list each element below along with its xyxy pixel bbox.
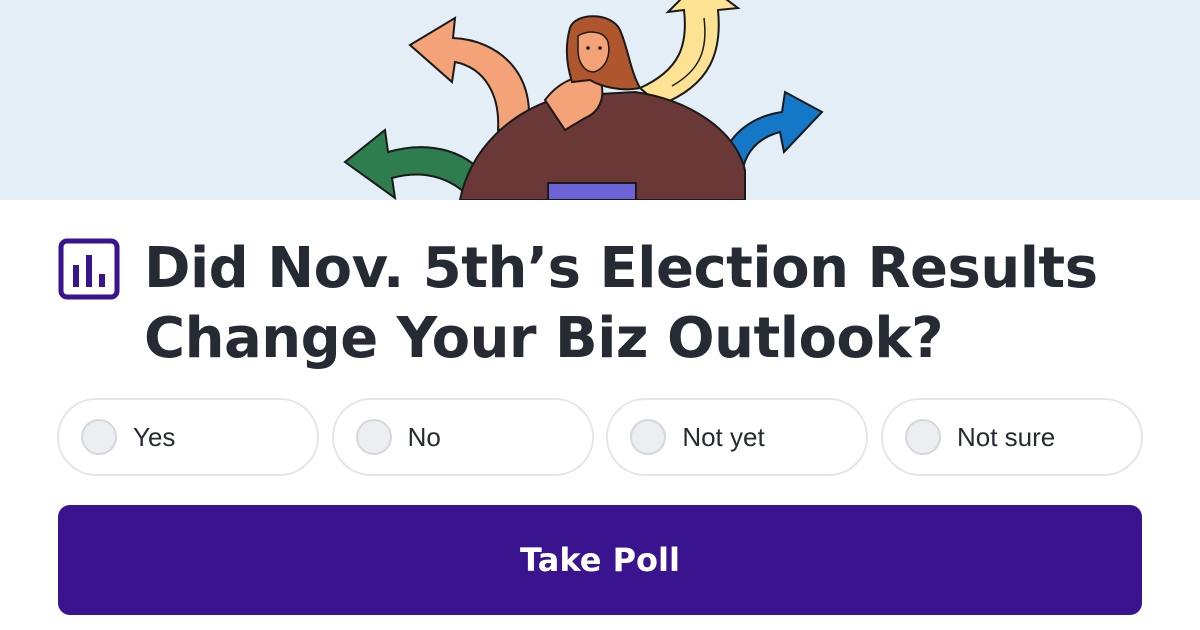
radio-button-icon[interactable]: [355, 419, 392, 455]
option-label: Not sure: [956, 421, 1056, 452]
poll-header: Did Nov. 5th’s Election Results Change Y…: [58, 236, 1158, 374]
radio-button-icon[interactable]: [630, 419, 667, 455]
poll-options: Yes No Not yet Not sure: [57, 398, 1143, 476]
option-not-yet[interactable]: Not yet: [606, 398, 869, 476]
option-label: No: [407, 421, 441, 452]
poll-title: Did Nov. 5th’s Election Results Change Y…: [144, 236, 1098, 371]
take-poll-button[interactable]: Take Poll: [58, 505, 1142, 615]
option-no[interactable]: No: [331, 398, 594, 476]
poll-card: Did Nov. 5th’s Election Results Change Y…: [0, 0, 1200, 630]
bar-chart-icon: [58, 238, 120, 300]
radio-button-icon[interactable]: [81, 419, 117, 455]
option-yes[interactable]: Yes: [57, 398, 319, 476]
option-label: Not yet: [682, 421, 765, 452]
option-label: Yes: [133, 421, 176, 452]
radio-button-icon[interactable]: [904, 419, 941, 455]
orange-arrow-icon: [408, 16, 530, 132]
woman-thinking-illustration: [343, 0, 824, 200]
hero-banner: [0, 0, 1200, 200]
yellow-arrow-icon: [638, 0, 741, 107]
option-not-sure[interactable]: Not sure: [880, 398, 1143, 476]
